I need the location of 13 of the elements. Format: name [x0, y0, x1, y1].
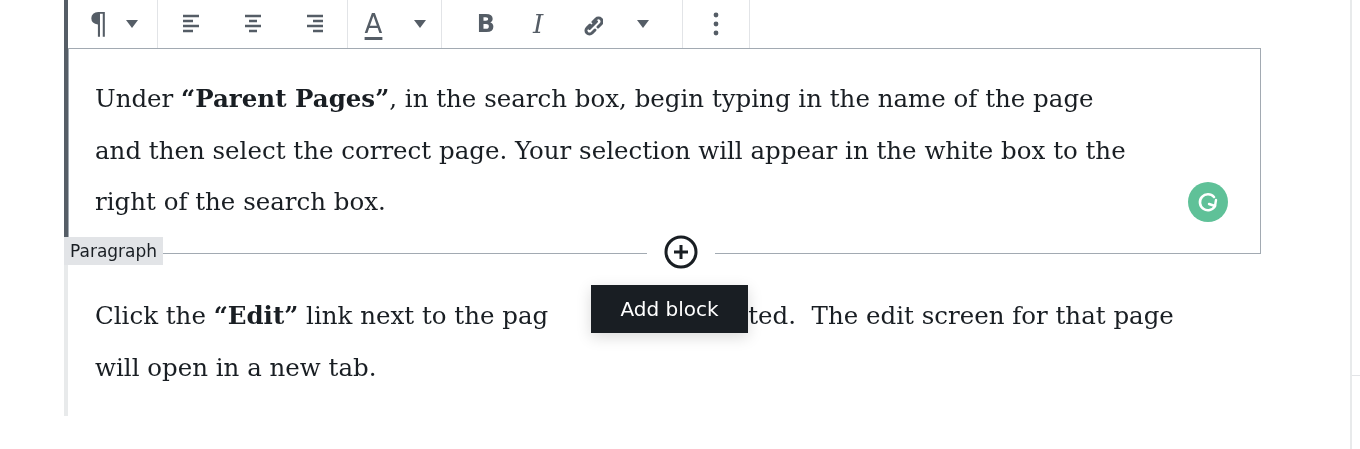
paragraph-text: Click the “Edit” link next to the pag: [95, 300, 549, 332]
paragraph-text: Under “Parent Pages”, in the search box, begin typing in the name of the page and then select the correct page. Your selection will appear in the white box to the right of the search box.: [95, 83, 1127, 218]
caret-icon[interactable]: [414, 20, 427, 28]
block-type-label: Paragraph: [64, 237, 164, 265]
paragraph-button[interactable]: ¶: [86, 9, 111, 39]
paragraph-text: ted. The edit screen for that page: [748, 300, 1174, 332]
italic-button[interactable]: I: [531, 9, 546, 39]
text-color-button[interactable]: A: [362, 9, 385, 39]
caret-icon[interactable]: [637, 20, 650, 28]
caret-icon[interactable]: [126, 20, 139, 28]
paragraph-text: will open in a new tab.: [95, 352, 377, 384]
tooltip: Add block: [591, 285, 748, 333]
bold-button[interactable]: B: [474, 9, 497, 39]
